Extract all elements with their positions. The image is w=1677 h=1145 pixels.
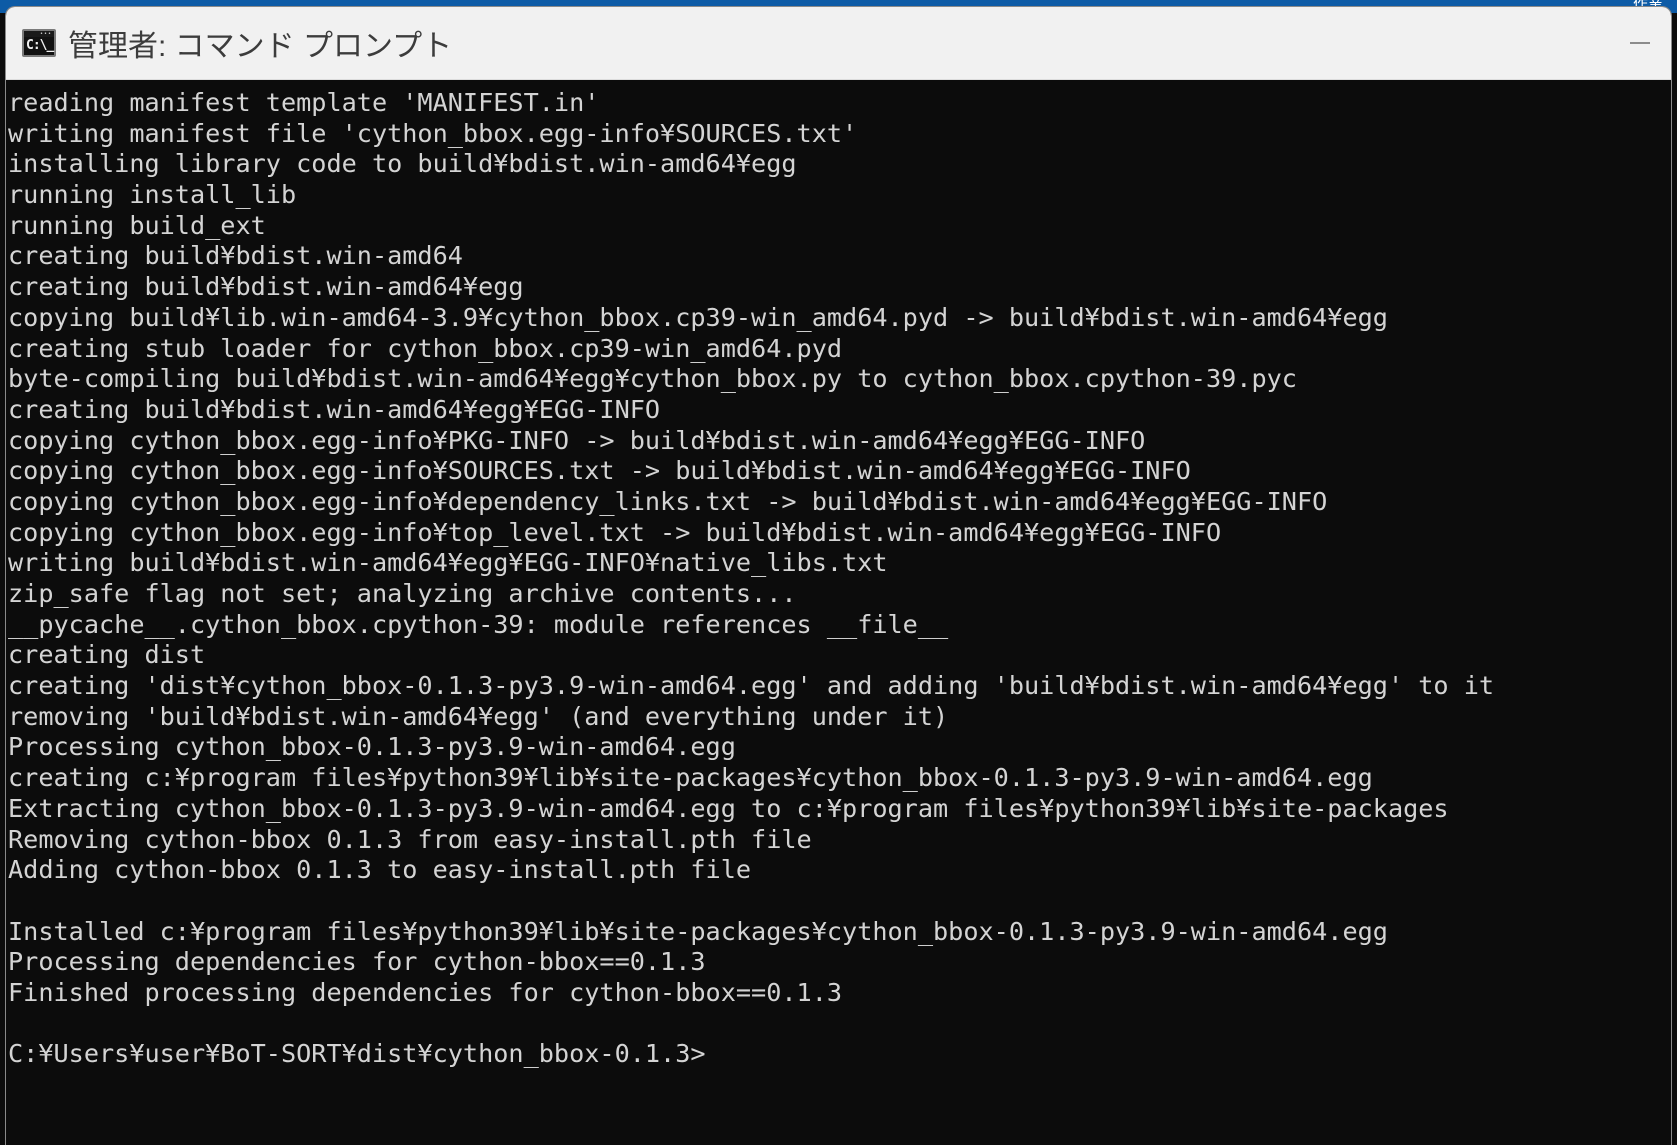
terminal-line: Removing cython-bbox 0.1.3 from easy-ins… (8, 824, 812, 854)
terminal-line: copying build¥lib.win-amd64-3.9¥cython_b… (8, 302, 1388, 332)
terminal-line: Processing cython_bbox-0.1.3-py3.9-win-a… (8, 732, 736, 762)
window-titlebar[interactable]: ••• C:\_ 管理者: コマンド プロンプト (6, 7, 1671, 80)
terminal-line: running install_lib (8, 180, 297, 210)
terminal-line: byte-compiling build¥bdist.win-amd64¥egg… (8, 364, 1297, 394)
terminal-line: zip_safe flag not set; analyzing archive… (8, 579, 797, 608)
cmd-console-icon: ••• C:\_ (22, 29, 56, 57)
terminal-line: creating c:¥program files¥python39¥lib¥s… (8, 763, 1373, 793)
desktop-background: 作業 ••• C:\_ 管理者: コマンド プロンプト reading mani… (0, 0, 1677, 1145)
terminal-line: creating build¥bdist.win-amd64¥egg (8, 272, 524, 302)
window-title: 管理者: コマンド プロンプト (68, 30, 453, 63)
terminal-line: copying cython_bbox.egg-info¥top_level.t… (8, 517, 1222, 547)
terminal-line: reading manifest template 'MANIFEST.in' (8, 88, 600, 117)
terminal-line: __pycache__.cython_bbox.cpython-39: modu… (8, 609, 949, 639)
terminal-line: C:¥Users¥user¥BoT-SORT¥dist¥cython_bbox-… (8, 1039, 706, 1069)
terminal-output-area[interactable]: reading manifest template 'MANIFEST.in' w… (6, 80, 1671, 1145)
terminal-line: creating stub loader for cython_bbox.cp3… (8, 333, 843, 363)
terminal-line: copying cython_bbox.egg-info¥PKG-INFO ->… (8, 425, 1146, 455)
terminal-line: creating dist (8, 640, 206, 670)
minimize-icon (1630, 42, 1650, 44)
terminal-line: copying cython_bbox.egg-info¥dependency_… (8, 486, 1328, 516)
terminal-line: creating 'dist¥cython_bbox-0.1.3-py3.9-w… (8, 671, 1495, 701)
terminal-line: writing build¥bdist.win-amd64¥egg¥EGG-IN… (8, 548, 888, 578)
terminal-line: creating build¥bdist.win-amd64 (8, 241, 463, 271)
terminal-line: creating build¥bdist.win-amd64¥egg¥EGG-I… (8, 394, 661, 424)
window-controls (1609, 7, 1671, 79)
terminal-line: removing 'build¥bdist.win-amd64¥egg' (an… (8, 701, 949, 731)
terminal-line: running build_ext (8, 210, 266, 240)
command-prompt-window: ••• C:\_ 管理者: コマンド プロンプト reading manifes… (6, 7, 1671, 1145)
terminal-line: writing manifest file 'cython_bbox.egg-i… (8, 118, 858, 148)
minimize-button[interactable] (1609, 7, 1671, 79)
terminal-line: Adding cython-bbox 0.1.3 to easy-install… (8, 855, 752, 885)
terminal-line-list: reading manifest template 'MANIFEST.in' w… (6, 88, 1671, 1070)
terminal-line: Processing dependencies for cython-bbox=… (8, 947, 706, 977)
cmd-icon-prompt-glyph: C:\_ (24, 37, 54, 55)
terminal-line: copying cython_bbox.egg-info¥SOURCES.txt… (8, 456, 1191, 486)
terminal-line: Extracting cython_bbox-0.1.3-py3.9-win-a… (8, 793, 1449, 823)
terminal-line: Finished processing dependencies for cyt… (8, 977, 843, 1007)
terminal-line: installing library code to build¥bdist.w… (8, 149, 797, 179)
terminal-line: Installed c:¥program files¥python39¥lib¥… (8, 916, 1388, 946)
